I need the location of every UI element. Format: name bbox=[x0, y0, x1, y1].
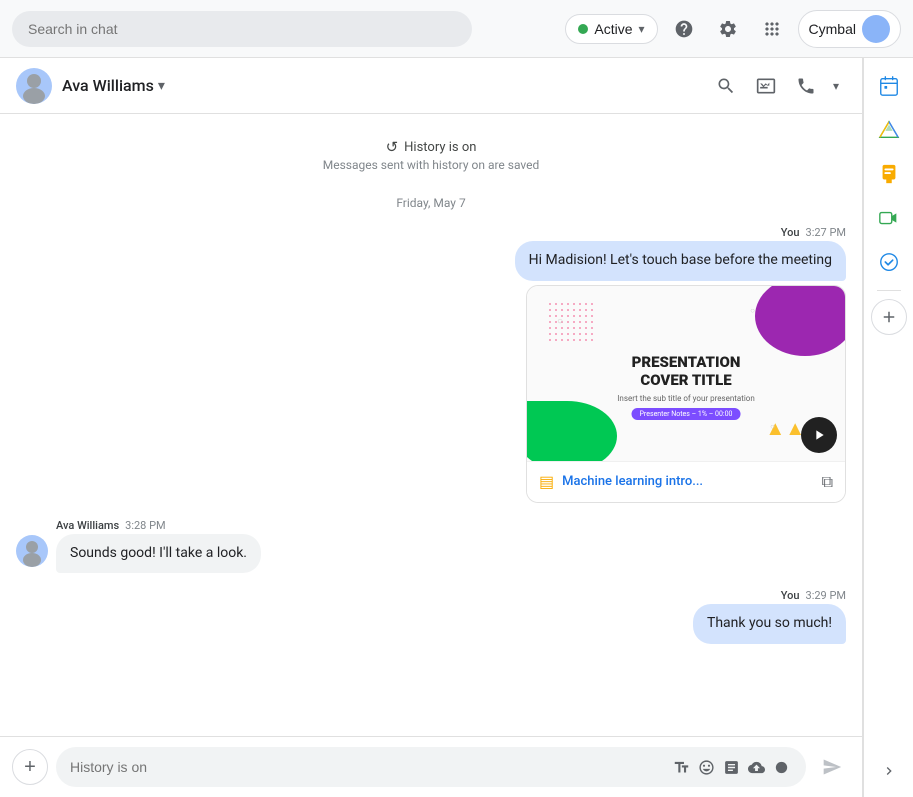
phone-call-button[interactable] bbox=[788, 68, 824, 104]
attachment-filename[interactable]: Machine learning intro... bbox=[562, 474, 813, 489]
sidebar-keep-button[interactable] bbox=[869, 154, 909, 194]
messages-area: ↺ History is on Messages sent with histo… bbox=[0, 114, 862, 736]
settings-button[interactable] bbox=[710, 11, 746, 47]
input-field-wrapper bbox=[56, 747, 806, 787]
input-bar: + bbox=[0, 736, 862, 797]
preview-bg: ▲▲ ○ ○ ○ PRESENTATIONCOVER TITLE Insert … bbox=[527, 286, 845, 461]
active-dot-indicator bbox=[578, 24, 588, 34]
cymbal-label: Cymbal bbox=[809, 21, 856, 37]
sidebar-add-button[interactable] bbox=[871, 299, 907, 335]
send-button[interactable] bbox=[814, 749, 850, 785]
record-button[interactable] bbox=[771, 757, 792, 778]
active-status-button[interactable]: Active ▾ bbox=[565, 14, 657, 44]
history-line: ↺ History is on bbox=[16, 138, 846, 156]
top-right-actions: Active ▾ Cymbal bbox=[565, 10, 901, 48]
sender-label-2: Ava Williams bbox=[56, 519, 119, 532]
date-divider: Friday, May 7 bbox=[16, 196, 846, 210]
chat-panel: Ava Williams ▾ ▾ bbox=[0, 58, 863, 797]
sidebar-tasks-button[interactable] bbox=[869, 242, 909, 282]
main-area: Ava Williams ▾ ▾ bbox=[0, 58, 913, 797]
decor-dot-br: ○ bbox=[770, 422, 775, 431]
insert-button[interactable] bbox=[721, 757, 742, 778]
sidebar-collapse-button[interactable] bbox=[871, 753, 907, 789]
message-input[interactable] bbox=[70, 759, 667, 775]
play-button[interactable] bbox=[801, 417, 837, 453]
sidebar-divider bbox=[877, 290, 901, 291]
preview-subtitle: Insert the sub title of your presentatio… bbox=[617, 394, 754, 403]
slides-icon: ▤ bbox=[539, 472, 554, 491]
sidebar-calendar-button[interactable] bbox=[869, 66, 909, 106]
msg-time-1: 3:27 PM bbox=[806, 226, 846, 239]
attachment-footer: ▤ Machine learning intro... ⧉ bbox=[527, 461, 845, 502]
contact-avatar bbox=[16, 68, 52, 104]
incoming-avatar bbox=[16, 535, 48, 567]
decor-pink-dots bbox=[547, 301, 597, 341]
account-avatar bbox=[862, 15, 890, 43]
sidebar-drive-button[interactable] bbox=[869, 110, 909, 150]
text-format-button[interactable] bbox=[671, 757, 692, 778]
active-label: Active bbox=[594, 21, 632, 37]
phone-chevron-button[interactable]: ▾ bbox=[826, 68, 846, 104]
phone-wrapper: ▾ bbox=[788, 68, 846, 104]
chat-header: Ava Williams ▾ ▾ bbox=[0, 58, 862, 114]
search-wrapper bbox=[12, 11, 472, 47]
decor-dot-tl: ○ bbox=[557, 316, 563, 327]
attachment-card[interactable]: ▲▲ ○ ○ ○ PRESENTATIONCOVER TITLE Insert … bbox=[526, 285, 846, 503]
upload-button[interactable] bbox=[746, 757, 767, 778]
decor-purple bbox=[755, 286, 845, 356]
incoming-message-1-row: Ava Williams 3:28 PM Sounds good! I'll t… bbox=[16, 519, 846, 582]
search-messages-button[interactable] bbox=[708, 68, 744, 104]
contact-chevron-icon: ▾ bbox=[158, 78, 165, 94]
preview-badge: Presenter Notes – 1% – 00:00 bbox=[632, 408, 741, 420]
search-input[interactable] bbox=[12, 11, 472, 47]
msg-time-2: 3:28 PM bbox=[125, 519, 165, 532]
incoming-message-1: Ava Williams 3:28 PM Sounds good! I'll t… bbox=[56, 519, 261, 574]
header-actions: ▾ bbox=[708, 68, 846, 104]
decor-dot-tr: ○ bbox=[750, 306, 755, 315]
copy-icon[interactable]: ⧉ bbox=[822, 472, 833, 492]
msg-bubble-3: Thank you so much! bbox=[693, 604, 846, 644]
top-bar: Active ▾ Cymbal bbox=[0, 0, 913, 58]
account-button[interactable]: Cymbal bbox=[798, 10, 901, 48]
video-call-button[interactable] bbox=[748, 68, 784, 104]
add-attachment-button[interactable]: + bbox=[12, 749, 48, 785]
apps-button[interactable] bbox=[754, 11, 790, 47]
emoji-button[interactable] bbox=[696, 757, 717, 778]
contact-name[interactable]: Ava Williams bbox=[62, 76, 154, 95]
history-title: History is on bbox=[404, 140, 476, 155]
right-sidebar bbox=[863, 58, 913, 797]
msg-meta-2: Ava Williams 3:28 PM bbox=[56, 519, 166, 532]
history-subtitle: Messages sent with history on are saved bbox=[16, 158, 846, 172]
preview-title: PRESENTATIONCOVER TITLE bbox=[632, 353, 741, 389]
outgoing-message-1: You 3:27 PM Hi Madision! Let's touch bas… bbox=[16, 226, 846, 503]
attachment-preview: ▲▲ ○ ○ ○ PRESENTATIONCOVER TITLE Insert … bbox=[527, 286, 845, 461]
sender-label-3: You bbox=[781, 589, 800, 602]
outgoing-message-2: You 3:29 PM Thank you so much! bbox=[16, 589, 846, 644]
history-notice: ↺ History is on Messages sent with histo… bbox=[16, 138, 846, 172]
sidebar-meet-button[interactable] bbox=[869, 198, 909, 238]
msg-time-3: 3:29 PM bbox=[806, 589, 846, 602]
decor-green bbox=[527, 401, 617, 461]
history-icon: ↺ bbox=[386, 138, 399, 156]
msg-bubble-2: Sounds good! I'll take a look. bbox=[56, 534, 261, 574]
msg-meta-1: You 3:27 PM bbox=[781, 226, 846, 239]
msg-meta-3: You 3:29 PM bbox=[781, 589, 846, 602]
sender-label: You bbox=[781, 226, 800, 239]
chevron-down-icon: ▾ bbox=[639, 22, 645, 36]
help-button[interactable] bbox=[666, 11, 702, 47]
msg-bubble-1: Hi Madision! Let's touch base before the… bbox=[515, 241, 846, 281]
